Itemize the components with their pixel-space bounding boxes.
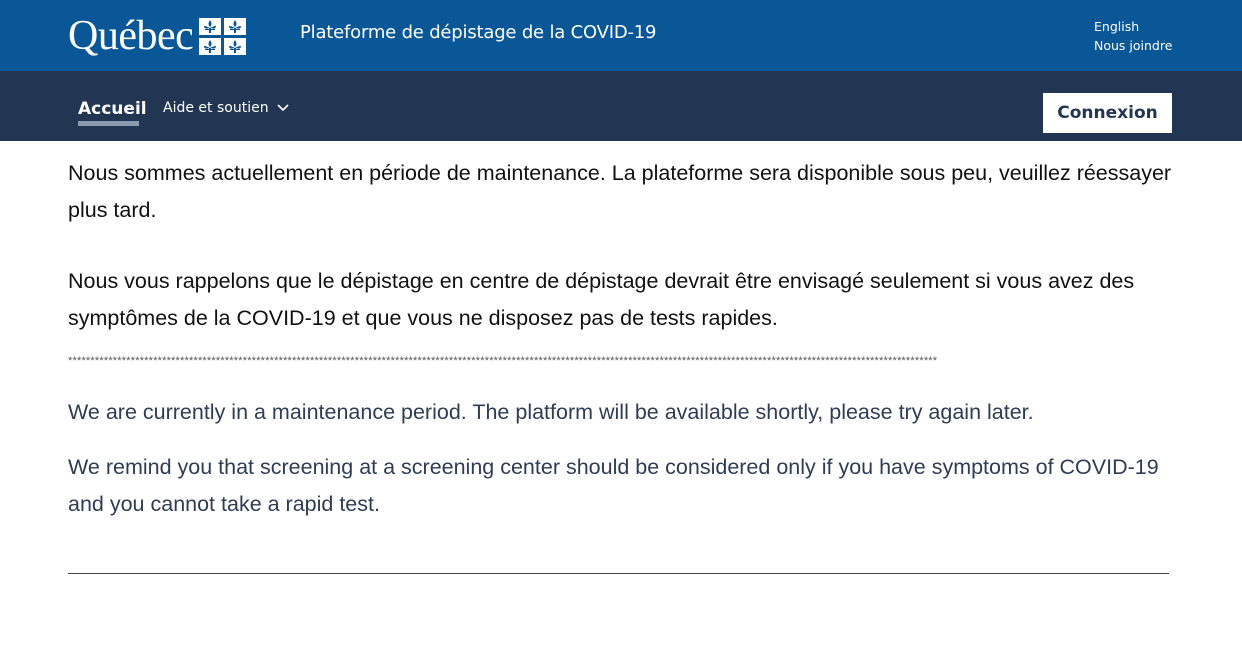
en-maintenance-message: We are currently in a maintenance period… [68,400,1034,424]
fleur-de-lis-icon [224,37,247,55]
english-link[interactable]: English [1094,17,1172,36]
platform-title: Plateforme de dépistage de la COVID-19 [300,22,657,43]
bottom-divider [68,573,1169,574]
nav-item-help-dropdown[interactable]: Aide et soutien [163,100,289,116]
active-nav-indicator [78,121,139,126]
top-links: English Nous joindre [1094,17,1172,55]
nav-help-label: Aide et soutien [163,100,269,116]
chevron-down-icon [277,100,289,116]
logo-text: Québec [68,13,194,59]
fr-reminder-message: Nous vous rappelons que le dépistage en … [68,269,1135,330]
fleur-de-lis-icon [224,17,247,35]
fleur-de-lis-icon [199,17,222,35]
contact-link[interactable]: Nous joindre [1094,36,1172,55]
main-nav: Accueil Aide et soutien Connexion [0,71,1242,141]
fr-maintenance-message: Nous sommes actuellement en période de m… [68,161,1172,222]
quebec-logo[interactable]: Québec [68,14,247,58]
en-reminder-message: We remind you that screening at a screen… [68,455,1159,516]
separator-stars: ****************************************… [68,355,938,367]
fleur-de-lis-flag-icon [199,17,247,55]
login-button[interactable]: Connexion [1043,93,1172,133]
fleur-de-lis-icon [199,37,222,55]
nav-item-home[interactable]: Accueil [78,99,147,119]
top-header: Québec Plateforme de dépistage de la COV… [0,0,1242,71]
